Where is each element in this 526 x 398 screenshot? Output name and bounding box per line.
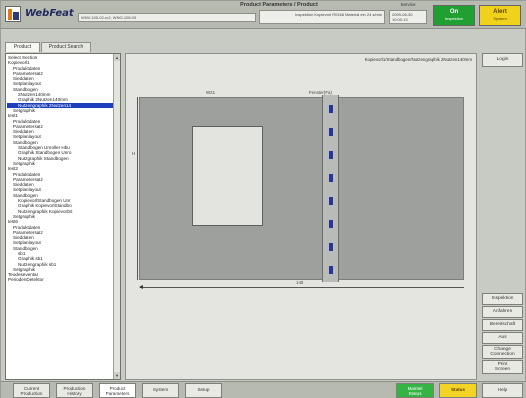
window-mark bbox=[329, 197, 333, 205]
status-alert-button[interactable]: Alert System bbox=[479, 5, 521, 26]
tab-product-search[interactable]: Product Search bbox=[41, 42, 91, 52]
nav-label-2: Production bbox=[20, 391, 43, 396]
status-on-label: On bbox=[449, 9, 459, 15]
login-button[interactable]: Login bbox=[482, 53, 523, 67]
window-mark bbox=[329, 266, 333, 274]
nav-label-2: History bbox=[67, 391, 82, 396]
window-strip[interactable] bbox=[322, 95, 339, 282]
brand-name: WebFeat bbox=[25, 8, 74, 19]
inspektion-button[interactable]: Inspektion bbox=[482, 293, 523, 305]
change-connection-label-2: Connection bbox=[490, 352, 515, 357]
nav-production-history[interactable]: Production History bbox=[56, 383, 93, 398]
time-text: 10:00:13 bbox=[392, 17, 408, 22]
nav-label-2: Status bbox=[408, 391, 422, 396]
status-on-sub: Inspektion bbox=[444, 16, 464, 21]
status-alert-label: Alert bbox=[493, 9, 507, 15]
tree-list: Select Section Kopievorl1 Produktdaten Para… bbox=[7, 55, 113, 283]
inspection-field: Inspektion Kopievorl R0168 Material ein … bbox=[259, 10, 385, 24]
status-alert-sub: System bbox=[493, 16, 507, 21]
bottom-nav: Current Production Production History Pr… bbox=[1, 381, 526, 398]
window-mark bbox=[329, 243, 333, 251]
anfahren-button[interactable]: Anfahren bbox=[482, 306, 523, 318]
height-dimension-line bbox=[137, 97, 138, 280]
window-title: Product Parameters / Product bbox=[240, 2, 318, 8]
window-mark bbox=[329, 174, 333, 182]
print-area-rect[interactable] bbox=[192, 126, 263, 226]
section-tree: Select Section Kopievorl1 Produktdaten Para… bbox=[5, 53, 121, 380]
tree-item[interactable]: PeriodenDetektor bbox=[7, 277, 113, 282]
nav-label-2: Parameters bbox=[105, 391, 130, 396]
scroll-down-icon[interactable]: ▼ bbox=[114, 372, 120, 379]
width-dimension-line bbox=[139, 285, 464, 289]
window-mark bbox=[329, 151, 333, 159]
graphic-path: Kopievorl1/Standbogen/Nutzengraphik 2Nut… bbox=[364, 57, 472, 62]
scroll-up-icon[interactable]: ▲ bbox=[114, 54, 120, 61]
nav-system[interactable]: System bbox=[142, 383, 179, 398]
datetime-field: 2009-06-30 10:00:13 bbox=[389, 10, 427, 24]
print-screen-label-2: Screen bbox=[494, 367, 511, 372]
aus-button[interactable]: Aus bbox=[482, 332, 523, 344]
app-window: Product Parameters / Product WebFeat WNV… bbox=[0, 0, 526, 398]
label-w21: W21 bbox=[206, 90, 216, 95]
brand-logo-icon bbox=[5, 6, 21, 22]
nav-help[interactable]: Help bbox=[482, 383, 523, 398]
change-connection-button[interactable]: Change Connection bbox=[482, 345, 523, 359]
window-mark bbox=[329, 128, 333, 136]
header-bar: Product Parameters / Product WebFeat WNV… bbox=[1, 1, 526, 29]
graphic-view: Kopievorl1/Standbogen/Nutzengraphik 2Nut… bbox=[125, 53, 477, 380]
window-mark bbox=[329, 105, 333, 113]
nav-current-production[interactable]: Current Production bbox=[13, 383, 50, 398]
nav-product-parameters[interactable]: Product Parameters bbox=[99, 383, 136, 398]
nav-status[interactable]: Status bbox=[439, 383, 477, 398]
sheet-area bbox=[139, 95, 464, 282]
version-field: WNV-105.02-rc2, WNO-105.03 bbox=[78, 13, 256, 22]
bereitschaft-button[interactable]: Bereitschaft bbox=[482, 319, 523, 331]
width-label: 140 bbox=[296, 280, 304, 285]
arrow-left-icon bbox=[139, 285, 143, 289]
nav-maintel-status[interactable]: Maintel Status bbox=[396, 383, 434, 398]
service-label: Service bbox=[400, 2, 416, 7]
label-height: H bbox=[132, 151, 136, 156]
nav-setup[interactable]: Setup bbox=[185, 383, 222, 398]
print-screen-button[interactable]: Print Screen bbox=[482, 360, 523, 374]
tree-scrollbar[interactable]: ▲ ▼ bbox=[113, 54, 120, 379]
tab-product[interactable]: Product bbox=[5, 42, 40, 52]
status-on-button[interactable]: On Inspektion bbox=[433, 5, 475, 26]
window-mark bbox=[329, 220, 333, 228]
